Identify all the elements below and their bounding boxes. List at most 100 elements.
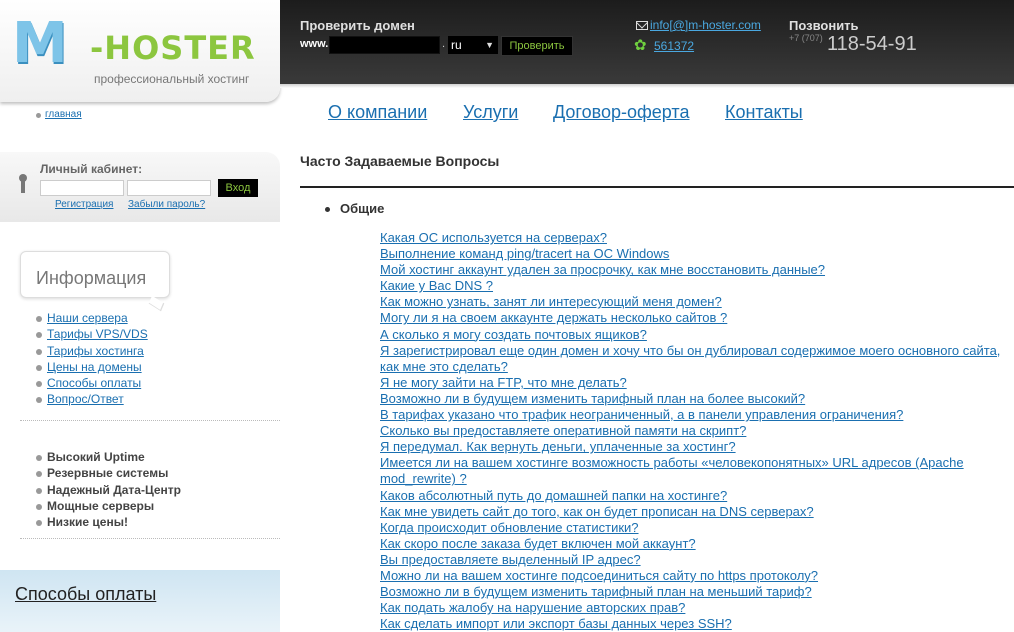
icq-link[interactable]: 561372 (654, 39, 694, 53)
faq-question-link[interactable]: Возможно ли в будущем изменить тарифный … (380, 391, 805, 406)
phone-code: +7 (707) (789, 33, 823, 43)
faq-question-link[interactable]: Можно ли на вашем хостинге подсоединитьс… (380, 568, 818, 583)
payment-methods-link[interactable]: Способы оплаты (15, 584, 156, 605)
login-input[interactable] (40, 180, 124, 196)
faq-question-link[interactable]: В тарифах указано что трафик неограничен… (380, 407, 903, 422)
login-panel: Личный кабинет: Вход Регистрация Забыли … (0, 152, 280, 222)
faq-question-link[interactable]: Я передумал. Как вернуть деньги, уплачен… (380, 439, 736, 454)
email-link[interactable]: info[@]m-hoster.com (650, 18, 761, 32)
faq-question-link[interactable]: Каков абсолютный путь до домашней папки … (380, 488, 727, 503)
forgot-password-link[interactable]: Забыли пароль? (128, 199, 205, 210)
list-item: Как подать жалобу на нарушение авторских… (380, 600, 1010, 616)
info-link-hosting[interactable]: Тарифы хостинга (47, 344, 144, 358)
faq-question-link[interactable]: Как можно узнать, занят ли интересующий … (380, 294, 722, 309)
list-item: Можно ли на вашем хостинге подсоединитьс… (380, 568, 1010, 584)
login-button[interactable]: Вход (218, 179, 258, 197)
list-item: Как скоро после заказа будет включен мой… (380, 536, 1010, 552)
info-title: Информация (36, 268, 147, 288)
divider (20, 420, 280, 421)
info-link-faq[interactable]: Вопрос/Ответ (47, 392, 124, 406)
list-item: Могу ли я на своем аккаунте держать неск… (380, 310, 1010, 326)
faq-question-link[interactable]: Возможно ли в будущем изменить тарифный … (380, 584, 812, 599)
home-link[interactable]: главная (45, 109, 82, 120)
list-item: Я зарегистрировал еще один домен и хочу … (380, 343, 1010, 375)
header-bar: Проверить домен www. . ru ▼ Проверить in… (280, 0, 1014, 84)
features-list: Высокий Uptime Резервные системы Надежны… (36, 449, 181, 530)
feature-item: Высокий Uptime (36, 449, 181, 465)
logo-tagline: профессиональный хостинг (94, 72, 250, 86)
list-item: Имеется ли на вашем хостинге возможность… (380, 455, 1010, 487)
list-item: Вы предоставляете выделенный IP адрес? (380, 552, 1010, 568)
page: M -HOSTER профессиональный хостинг Прове… (0, 0, 1014, 632)
faq-question-link[interactable]: Как скоро после заказа будет включен мой… (380, 536, 696, 551)
list-item: Как сделать импорт или экспорт базы данн… (380, 616, 1010, 632)
list-item: Как мне увидеть сайт до того, как он буд… (380, 504, 1010, 520)
list-item: Способы оплаты (36, 375, 148, 391)
faq-question-link[interactable]: Вы предоставляете выделенный IP адрес? (380, 552, 641, 567)
faq-question-link[interactable]: Какая ОС используется на серверах? (380, 230, 607, 245)
nav-offer[interactable]: Договор-оферта (553, 102, 689, 123)
nav-about[interactable]: О компании (328, 102, 427, 123)
list-item: Какая ОС используется на серверах? (380, 230, 1010, 246)
domain-input[interactable] (329, 36, 440, 54)
list-item: Выполнение команд ping/tracert на ОС Win… (380, 246, 1010, 262)
faq-question-link[interactable]: Мой хостинг аккаунт удален за просрочку,… (380, 262, 825, 277)
list-item: Как можно узнать, занят ли интересующий … (380, 294, 1010, 310)
list-item: Каков абсолютный путь до домашней папки … (380, 488, 1010, 504)
domain-zone-select[interactable]: ru ▼ (448, 36, 498, 54)
logo[interactable]: M -HOSTER профессиональный хостинг (0, 0, 280, 102)
list-item: Когда происходит обновление статистики? (380, 520, 1010, 536)
faq-question-link[interactable]: Как подать жалобу на нарушение авторских… (380, 600, 685, 615)
info-link-servers[interactable]: Наши сервера (47, 311, 128, 325)
faq-question-link[interactable]: Когда происходит обновление статистики? (380, 520, 639, 535)
list-item: Вопрос/Ответ (36, 391, 148, 407)
mail-icon (636, 21, 648, 30)
domain-zone-value: ru (451, 38, 462, 52)
list-item: А сколько я могу создать почтовых ящиков… (380, 327, 1010, 343)
info-link-vps[interactable]: Тарифы VPS/VDS (47, 327, 148, 341)
check-domain-button[interactable]: Проверить (501, 36, 573, 56)
faq-question-link[interactable]: Как мне увидеть сайт до того, как он буд… (380, 504, 814, 519)
domain-prefix: www. (300, 38, 329, 50)
faq-question-link[interactable]: Я не могу зайти на FTP, что мне делать? (380, 375, 627, 390)
faq-question-link[interactable]: Выполнение команд ping/tracert на ОС Win… (380, 246, 669, 261)
login-title: Личный кабинет: (40, 162, 143, 176)
domain-dot: . (442, 38, 446, 50)
nav-services[interactable]: Услуги (463, 102, 518, 123)
icq-flower-icon: ✿ (634, 37, 647, 54)
title-rule (300, 186, 1014, 188)
faq-question-link[interactable]: Какие у Вас DNS ? (380, 278, 493, 293)
feature-item: Надежный Дата-Центр (36, 482, 181, 498)
dropdown-arrow-icon: ▼ (485, 40, 494, 50)
faq-question-link[interactable]: Сколько вы предоставляете оперативной па… (380, 423, 746, 438)
info-link-domains[interactable]: Цены на домены (47, 360, 142, 374)
list-item: Возможно ли в будущем изменить тарифный … (380, 584, 1010, 600)
faq-question-link[interactable]: Как сделать импорт или экспорт базы данн… (380, 616, 732, 631)
call-title: Позвонить (789, 18, 859, 33)
password-input[interactable] (127, 180, 211, 196)
phone-number: 118-54-91 (827, 33, 917, 55)
logo-wordmark: -HOSTER (90, 29, 256, 67)
list-item: Мой хостинг аккаунт удален за просрочку,… (380, 262, 1010, 278)
faq-question-link[interactable]: Я зарегистрировал еще один домен и хочу … (380, 343, 1000, 374)
list-item: Я передумал. Как вернуть деньги, уплачен… (380, 439, 1010, 455)
info-heading-box: Информация (20, 251, 170, 298)
register-link[interactable]: Регистрация (55, 199, 113, 210)
key-icon (19, 174, 27, 194)
faq-question-link[interactable]: А сколько я могу создать почтовых ящиков… (380, 327, 647, 342)
feature-item: Низкие цены! (36, 514, 181, 530)
faq-question-link[interactable]: Имеется ли на вашем хостинге возможность… (380, 455, 964, 486)
header-shadow (280, 84, 1014, 88)
list-item: Цены на домены (36, 359, 148, 375)
feature-item: Мощные серверы (36, 498, 181, 514)
payment-panel: Способы оплаты (0, 570, 280, 632)
list-item: Наши сервера (36, 310, 148, 326)
info-links: Наши сервера Тарифы VPS/VDS Тарифы хости… (36, 310, 148, 408)
nav-contacts[interactable]: Контакты (725, 102, 803, 123)
page-title: Часто Задаваемые Вопросы (300, 153, 500, 169)
info-link-payment[interactable]: Способы оплаты (47, 376, 141, 390)
logo-m-mark: M (12, 11, 68, 76)
faq-question-link[interactable]: Могу ли я на своем аккаунте держать неск… (380, 310, 727, 325)
list-item: Сколько вы предоставляете оперативной па… (380, 423, 1010, 439)
home-bullet (36, 113, 41, 118)
